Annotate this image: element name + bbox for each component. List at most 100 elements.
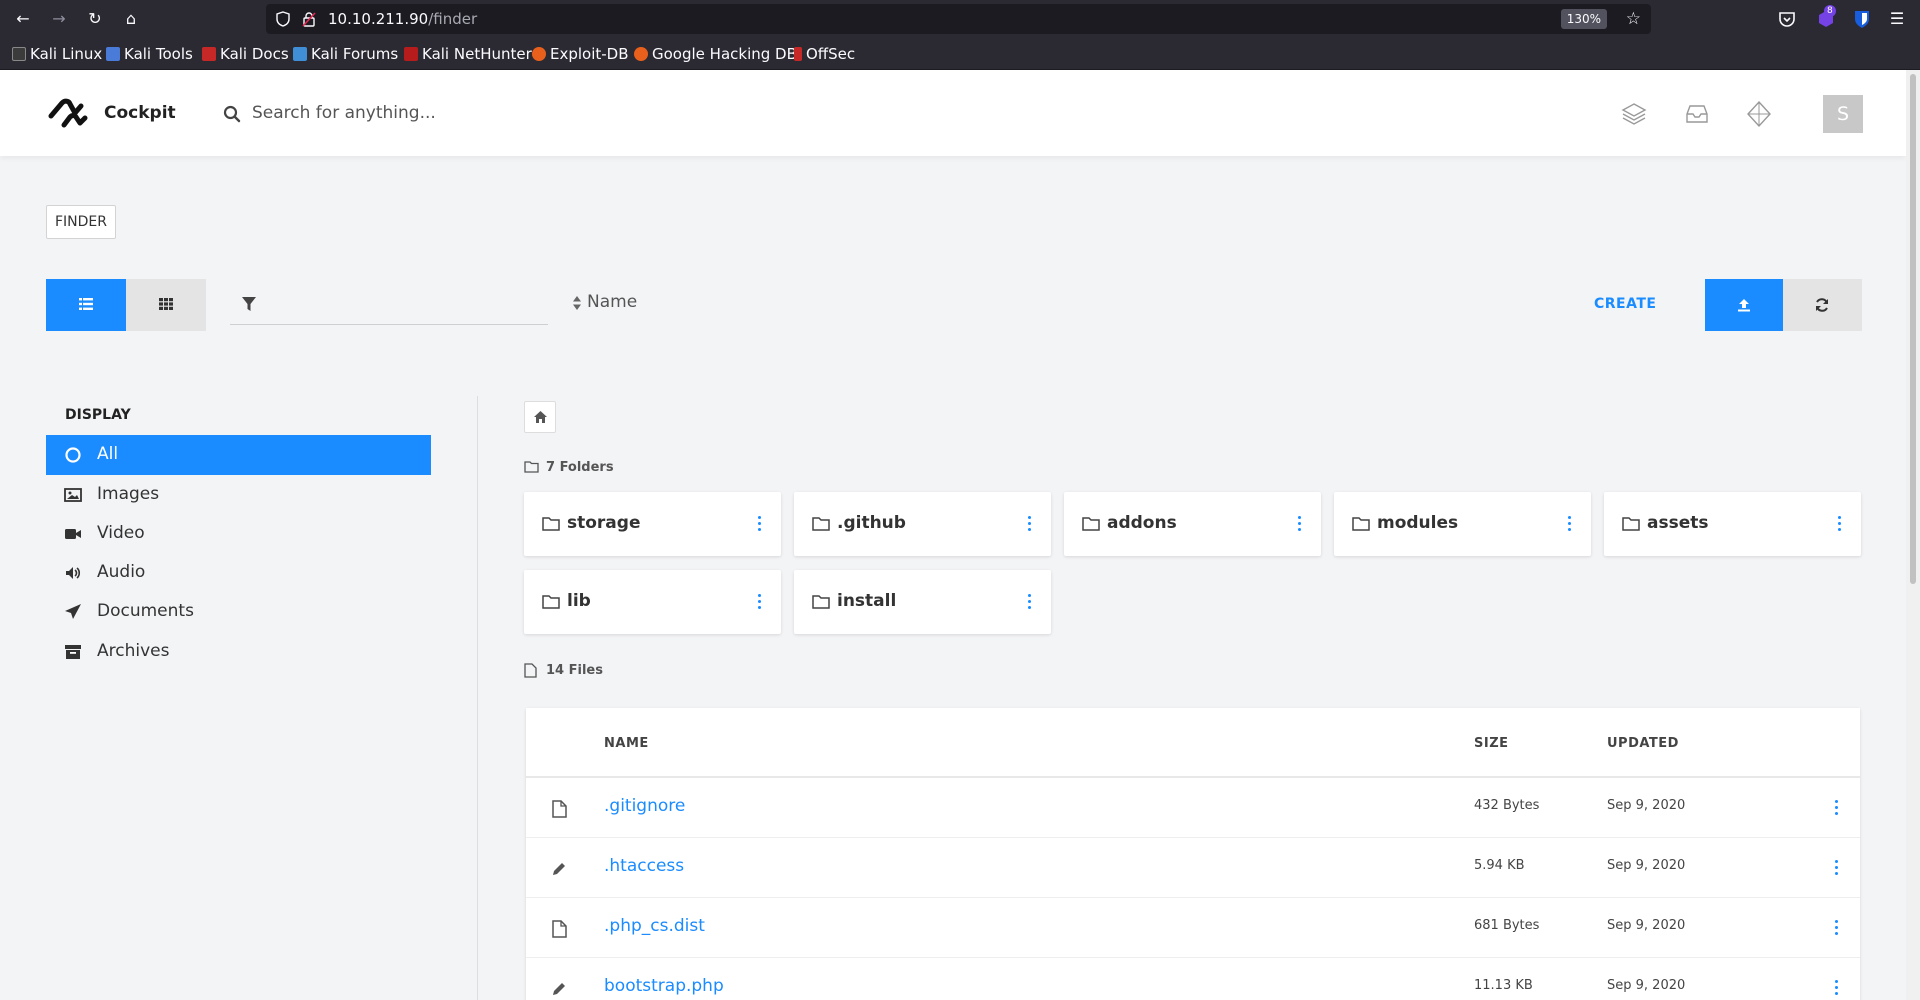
table-row[interactable]: .htaccess 5.94 KB Sep 9, 2020 [526,838,1860,898]
sidebar-item-audio[interactable]: Audio [46,553,431,593]
home-icon [534,411,547,423]
inbox-icon[interactable] [1683,100,1711,128]
sort-icon[interactable] [572,295,582,311]
shield-icon[interactable] [276,11,290,27]
file-name-link[interactable]: bootstrap.php [604,976,724,996]
sidebar-item-all[interactable]: All [46,435,431,475]
extension-badge: 8 [1824,5,1836,17]
zoom-level-badge[interactable]: 130% [1560,9,1607,29]
image-icon [64,488,82,502]
more-options-icon[interactable] [1834,980,1840,996]
column-header-size[interactable]: SIZE [1474,736,1509,751]
sidebar-item-label: All [97,444,119,464]
bookmark-label: Kali Tools [124,45,193,63]
folder-card[interactable]: install [794,570,1051,634]
upload-button[interactable] [1705,279,1783,331]
list-view-button[interactable] [46,279,126,331]
app-header: Cockpit S [0,70,1906,156]
user-avatar[interactable]: S [1823,95,1863,133]
menu-icon[interactable]: ☰ [1886,8,1908,30]
refresh-button[interactable] [1783,279,1862,331]
create-button[interactable]: CREATE [1594,296,1656,312]
bookmark-kali-linux[interactable]: Kali Linux [12,45,102,63]
file-name-link[interactable]: .htaccess [604,856,684,876]
bookmark-kali-docs[interactable]: Kali Docs [202,45,289,63]
bookmark-google-hacking-db[interactable]: Google Hacking DB [634,45,797,63]
reload-icon[interactable]: ↻ [84,8,106,30]
sort-by-name[interactable]: Name [587,292,637,312]
sidebar-item-images[interactable]: Images [46,475,431,515]
folder-card[interactable]: assets [1604,492,1861,556]
list-icon [79,298,93,310]
folder-card[interactable]: storage [524,492,781,556]
more-options-icon[interactable] [1834,860,1840,876]
sidebar-item-label: Audio [97,562,146,582]
table-row[interactable]: bootstrap.php 11.13 KB Sep 9, 2020 [526,958,1860,1000]
more-options-icon[interactable] [1834,800,1840,816]
bookmark-star-icon[interactable]: ☆ [1626,9,1641,29]
diamond-icon[interactable] [1745,100,1773,128]
sidebar-item-documents[interactable]: Documents [46,592,431,632]
column-header-name[interactable]: NAME [604,736,649,751]
offsec-icon [794,47,802,61]
folder-icon [1082,517,1100,531]
folder-card[interactable]: .github [794,492,1051,556]
brand-name[interactable]: Cockpit [104,103,176,123]
more-options-icon[interactable] [757,516,763,532]
file-name-link[interactable]: .gitignore [604,796,685,816]
file-updated: Sep 9, 2020 [1607,798,1686,813]
file-updated: Sep 9, 2020 [1607,858,1686,873]
kali-dragon-icon [12,47,26,61]
file-icon [552,920,567,938]
more-options-icon[interactable] [1297,516,1303,532]
sidebar-item-archives[interactable]: Archives [46,632,431,672]
bookmark-label: Kali Forums [311,45,399,63]
folder-card[interactable]: lib [524,570,781,634]
refresh-icon [1816,298,1828,312]
home-icon[interactable]: ⌂ [120,8,142,30]
cockpit-app: Cockpit S FINDER Name CREATE DISPLAY All… [0,70,1906,1000]
archive-box-icon [65,645,81,659]
column-header-updated[interactable]: UPDATED [1607,736,1679,751]
more-options-icon[interactable] [1837,516,1843,532]
folder-card[interactable]: addons [1064,492,1321,556]
table-row[interactable]: .gitignore 432 Bytes Sep 9, 2020 [526,778,1860,838]
more-options-icon[interactable] [1027,516,1033,532]
more-options-icon[interactable] [1567,516,1573,532]
file-name-link[interactable]: .php_cs.dist [604,916,705,936]
layers-icon[interactable] [1620,100,1648,128]
bitwarden-icon[interactable] [1851,8,1873,30]
page-scrollbar[interactable] [1906,70,1920,1000]
folder-name: assets [1647,513,1709,533]
bookmark-kali-nethunter[interactable]: Kali NetHunter [404,45,532,63]
search-input[interactable] [252,98,652,128]
sidebar-item-label: Archives [97,641,170,661]
sidebar-item-video[interactable]: Video [46,514,431,554]
filter-icon [242,297,256,311]
back-icon[interactable]: ← [12,8,34,30]
url-bar[interactable]: 10.10.211.90/finder 130% ☆ [266,4,1651,34]
folder-card[interactable]: modules [1334,492,1591,556]
breadcrumb-home-button[interactable] [524,401,556,433]
grid-view-button[interactable] [126,279,206,331]
filter-input[interactable] [230,285,548,325]
sidebar-divider [477,396,478,1000]
forward-icon[interactable]: → [48,8,70,30]
more-options-icon[interactable] [757,594,763,610]
volume-icon [66,567,81,579]
bookmark-kali-tools[interactable]: Kali Tools [106,45,193,63]
more-options-icon[interactable] [1027,594,1033,610]
bookmark-exploit-db[interactable]: Exploit-DB [532,45,629,63]
bookmark-kali-forums[interactable]: Kali Forums [293,45,398,63]
pocket-icon[interactable] [1776,8,1798,30]
scrollbar-thumb[interactable] [1910,74,1916,584]
file-icon [524,663,537,678]
file-size: 681 Bytes [1474,918,1540,933]
table-row[interactable]: .php_cs.dist 681 Bytes Sep 9, 2020 [526,898,1860,958]
display-title: DISPLAY [65,407,131,423]
bookmark-offsec[interactable]: OffSec [794,45,855,63]
more-options-icon[interactable] [1834,920,1840,936]
insecure-lock-icon[interactable] [302,11,316,27]
folder-name: .github [837,513,906,533]
cockpit-logo-icon[interactable] [48,98,88,128]
